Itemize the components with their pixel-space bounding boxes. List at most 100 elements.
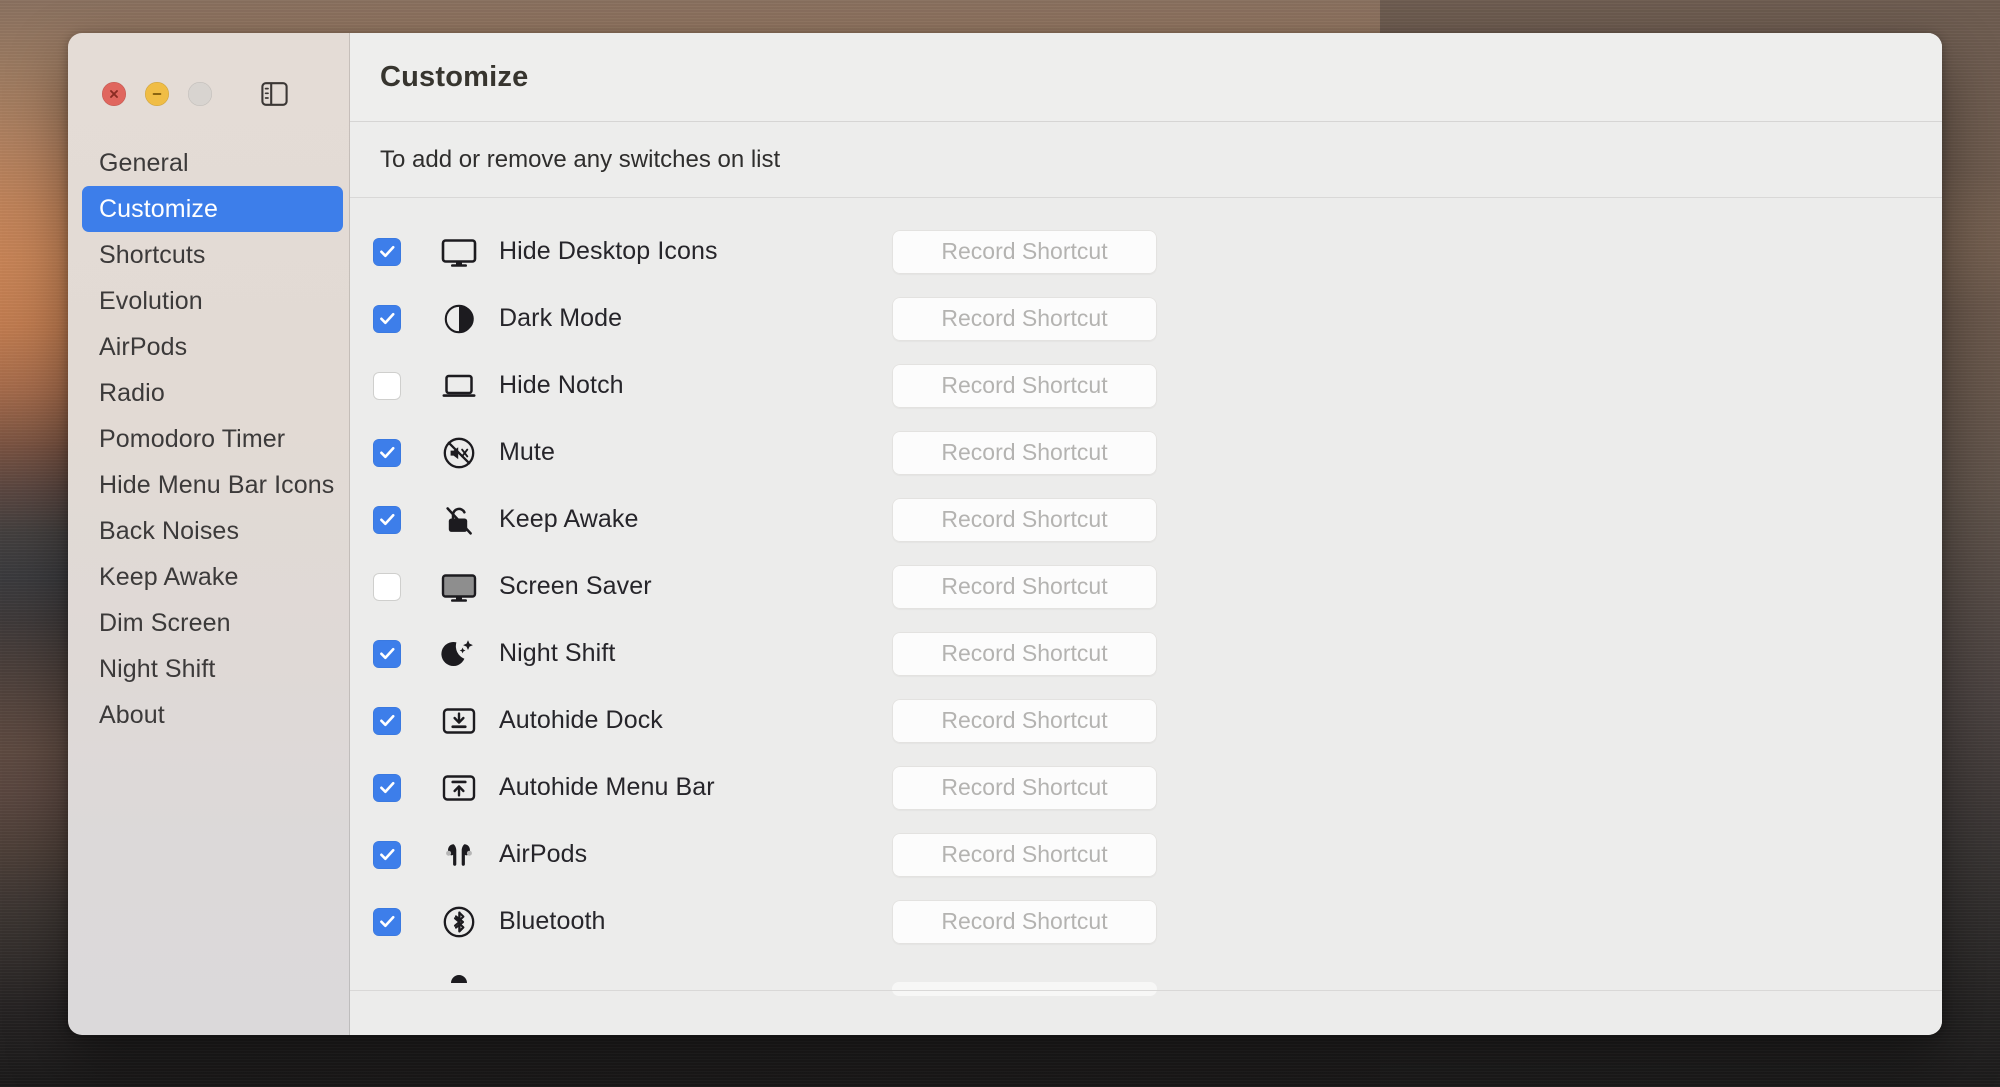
sidebar-item-label: AirPods: [99, 332, 188, 361]
laptop-icon: [439, 366, 479, 406]
record-shortcut-button[interactable]: Record Shortcut: [892, 564, 1157, 609]
moon-stars-icon: [441, 639, 473, 666]
checkmark-icon: [379, 446, 394, 459]
row-label: Dark Mode: [499, 304, 623, 332]
close-button[interactable]: [102, 82, 126, 106]
switches-list: Hide Desktop Icons Record Shortcut Dark Mo…: [350, 198, 1942, 1035]
record-shortcut-button[interactable]: Record Shortcut: [892, 765, 1157, 810]
record-shortcut-button[interactable]: Record Shortcut: [892, 497, 1157, 542]
sidebar-toggle-icon: [261, 82, 288, 106]
moon-stars-icon: [439, 634, 479, 674]
record-shortcut-label: Record Shortcut: [941, 573, 1108, 599]
table-row: Mute Record Shortcut: [350, 419, 1942, 486]
checkmark-icon: [379, 848, 394, 861]
sidebar-item-pomodoro-timer[interactable]: Pomodoro Timer: [82, 416, 343, 462]
checkbox-hide-notch[interactable]: [373, 371, 401, 400]
sidebar-item-hide-menu-bar-icons[interactable]: Hide Menu Bar Icons: [82, 462, 343, 508]
checkmark-icon: [379, 915, 394, 928]
checkbox-airpods[interactable]: [373, 840, 401, 869]
checkmark-icon: [379, 781, 394, 794]
zoom-icon: [194, 88, 206, 100]
sidebar-item-label: Pomodoro Timer: [99, 424, 286, 453]
row-label: Autohide Dock: [499, 706, 663, 734]
airpods-icon: [446, 843, 472, 866]
record-shortcut-button[interactable]: Record Shortcut: [892, 363, 1157, 408]
table-row: Record Shortcut: [350, 955, 1942, 1022]
display-icon: [439, 232, 479, 272]
speaker-slash-circle-icon: [439, 433, 479, 473]
row-label: Screen Saver: [499, 572, 652, 600]
partial-row-icon: [439, 955, 479, 995]
sidebar-item-label: General: [99, 148, 189, 177]
record-shortcut-button[interactable]: Record Shortcut: [892, 631, 1157, 676]
record-shortcut-label: Record Shortcut: [941, 774, 1108, 800]
sidebar-item-label: Customize: [99, 194, 218, 223]
record-shortcut-label: Record Shortcut: [941, 305, 1108, 331]
bluetooth-circle-icon: [439, 902, 479, 942]
checkbox-keep-awake[interactable]: [373, 505, 401, 534]
sidebar-item-evolution[interactable]: Evolution: [82, 278, 343, 324]
sidebar-item-general[interactable]: General: [82, 140, 343, 186]
checkbox-night-shift[interactable]: [373, 639, 401, 668]
checkbox-autohide-menu-bar[interactable]: [373, 773, 401, 802]
checkbox-bluetooth[interactable]: [373, 907, 401, 936]
record-shortcut-button[interactable]: Record Shortcut: [892, 229, 1157, 274]
display-filled-icon: [441, 573, 477, 602]
checkbox-hide-desktop-icons[interactable]: [373, 237, 401, 266]
circle-half-filled-icon: [439, 299, 479, 339]
sidebar-item-label: Evolution: [99, 286, 203, 315]
checkmark-icon: [379, 714, 394, 727]
sidebar-item-label: Radio: [99, 378, 165, 407]
record-shortcut-label: Record Shortcut: [941, 372, 1108, 398]
checkmark-icon: [379, 245, 394, 258]
row-label: Keep Awake: [499, 505, 639, 533]
subtitle-bar: To add or remove any switches on list: [350, 122, 1942, 198]
record-shortcut-button[interactable]: Record Shortcut: [892, 698, 1157, 743]
sidebar-item-airpods[interactable]: AirPods: [82, 324, 343, 370]
sidebar-toggle-button[interactable]: [261, 81, 288, 107]
record-shortcut-button[interactable]: Record Shortcut: [892, 430, 1157, 475]
arrow-down-to-line-box-icon: [439, 701, 479, 741]
record-shortcut-button[interactable]: Record Shortcut: [892, 296, 1157, 341]
sidebar-item-radio[interactable]: Radio: [82, 370, 343, 416]
row-label: AirPods: [499, 840, 588, 868]
record-shortcut-button[interactable]: Record Shortcut: [892, 899, 1157, 944]
record-shortcut-button[interactable]: Record Shortcut: [892, 981, 1157, 996]
sidebar-item-dim-screen[interactable]: Dim Screen: [82, 600, 343, 646]
record-shortcut-label: Record Shortcut: [941, 238, 1108, 264]
record-shortcut-button[interactable]: Record Shortcut: [892, 832, 1157, 877]
sidebar-item-customize[interactable]: Customize: [82, 186, 343, 232]
row-label: Mute: [499, 438, 555, 466]
checkbox-screen-saver[interactable]: [373, 572, 401, 601]
record-shortcut-label: Record Shortcut: [941, 908, 1108, 934]
table-row: Screen Saver Record Shortcut: [350, 553, 1942, 620]
table-row: AirPods Record Shortcut: [350, 821, 1942, 888]
record-shortcut-label: Record Shortcut: [941, 439, 1108, 465]
checkmark-icon: [379, 312, 394, 325]
sidebar-item-about[interactable]: About: [82, 692, 343, 738]
subtitle-text: To add or remove any switches on list: [380, 145, 781, 173]
sidebar-item-shortcuts[interactable]: Shortcuts: [82, 232, 343, 278]
zoom-button[interactable]: [188, 82, 212, 106]
partial-row-icon: [451, 974, 467, 983]
table-row: Bluetooth Record Shortcut: [350, 888, 1942, 955]
arrow-down-to-line-box-icon: [442, 707, 476, 734]
sidebar-item-night-shift[interactable]: Night Shift: [82, 646, 343, 692]
sidebar-item-label: Shortcuts: [99, 240, 206, 269]
checkbox-dark-mode[interactable]: [373, 304, 401, 333]
minimize-icon: [152, 93, 162, 95]
record-shortcut-label: Record Shortcut: [941, 506, 1108, 532]
minimize-button[interactable]: [145, 82, 169, 106]
checkbox-mute[interactable]: [373, 438, 401, 467]
sidebar-nav: General Customize Shortcuts Evolution AirPod…: [82, 140, 343, 738]
checkbox-autohide-dock[interactable]: [373, 706, 401, 735]
titlebar: Customize: [350, 33, 1942, 122]
row-label: Night Shift: [499, 639, 616, 667]
record-shortcut-label: Record Shortcut: [941, 640, 1108, 666]
sidebar-item-back-noises[interactable]: Back Noises: [82, 508, 343, 554]
lock-open-slash-icon: [439, 500, 479, 540]
bluetooth-circle-icon: [443, 906, 475, 937]
sidebar-item-keep-awake[interactable]: Keep Awake: [82, 554, 343, 600]
checkmark-icon: [379, 513, 394, 526]
sidebar-item-label: Dim Screen: [99, 608, 231, 637]
